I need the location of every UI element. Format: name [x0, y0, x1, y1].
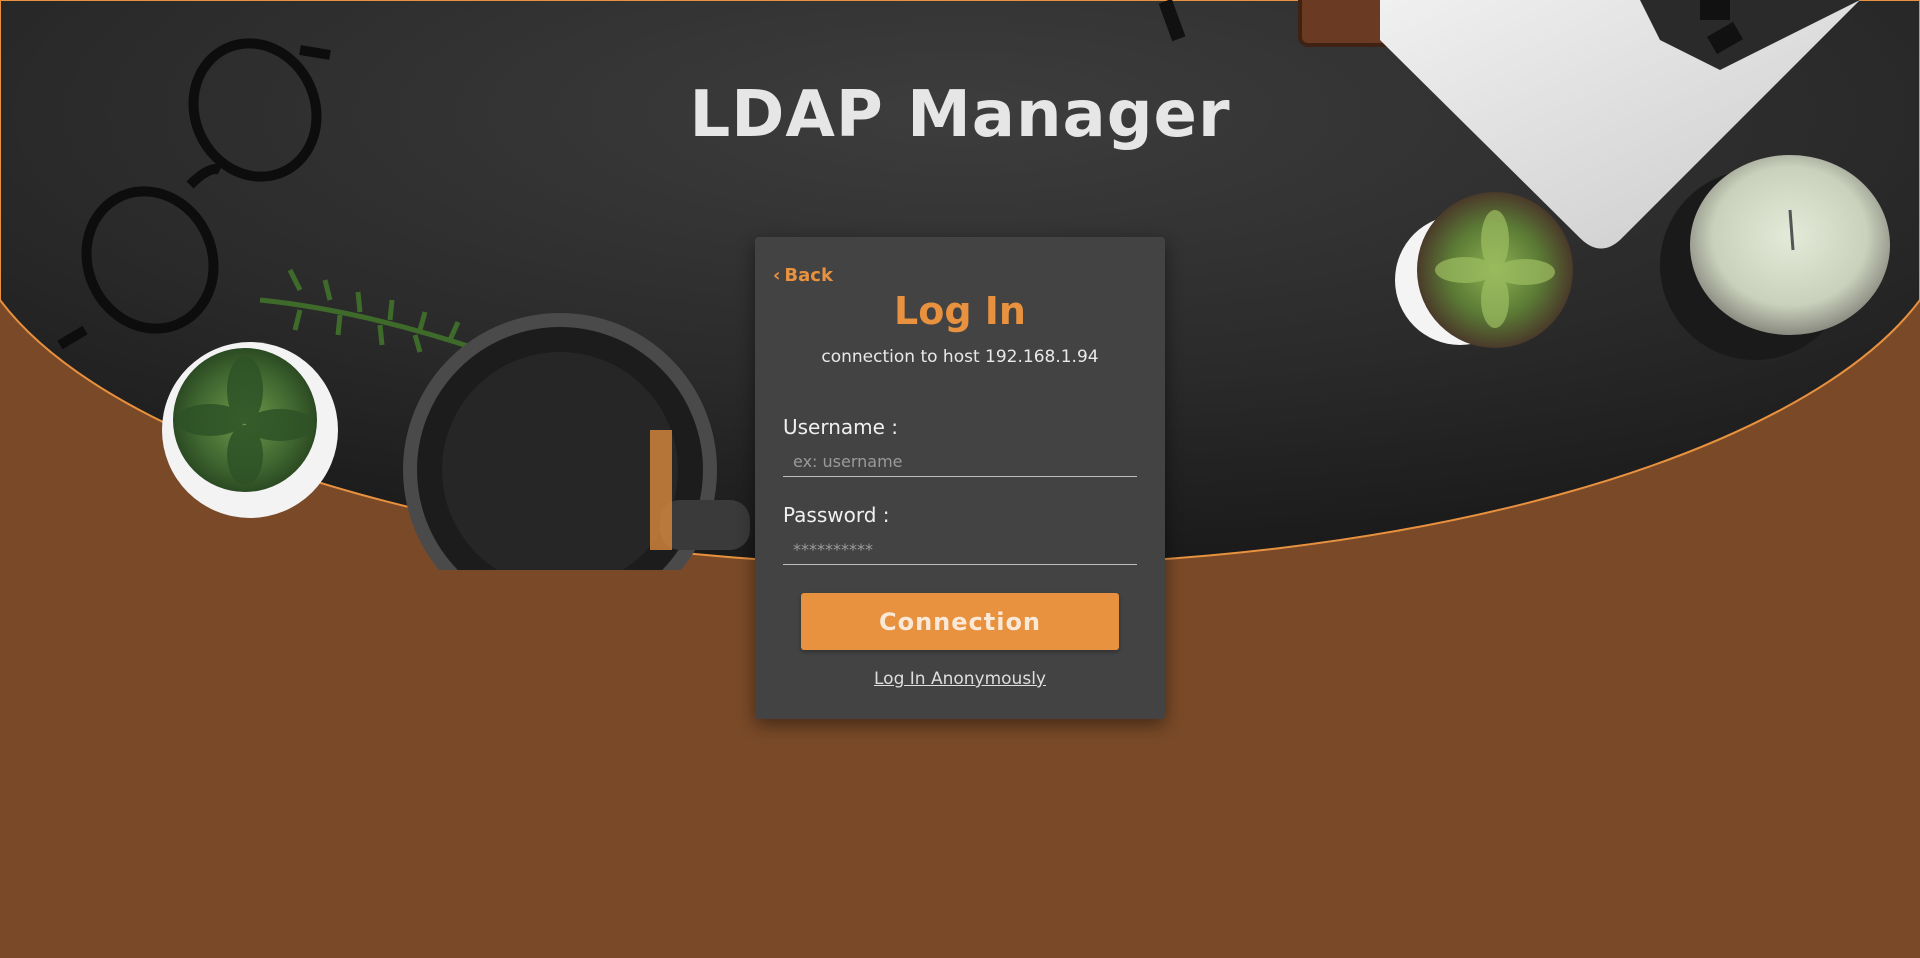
- connection-button[interactable]: Connection: [801, 593, 1119, 650]
- username-label: Username :: [783, 415, 899, 439]
- login-card: ‹ Back Log In connection to host 192.168…: [755, 237, 1165, 719]
- chevron-left-icon: ‹: [773, 264, 781, 286]
- connection-host-text: connection to host 192.168.1.94: [821, 347, 1099, 367]
- password-input[interactable]: [783, 535, 1137, 565]
- login-page: LDAP Manager ‹ Back Log In connection to…: [0, 0, 1920, 958]
- login-title: Log In: [894, 289, 1026, 333]
- username-input[interactable]: [783, 447, 1137, 477]
- back-label: Back: [784, 265, 833, 286]
- back-link[interactable]: ‹ Back: [773, 265, 833, 286]
- password-label: Password :: [783, 503, 890, 527]
- log-in-anonymously-link[interactable]: Log In Anonymously: [755, 669, 1165, 689]
- app-title: LDAP Manager: [689, 78, 1231, 152]
